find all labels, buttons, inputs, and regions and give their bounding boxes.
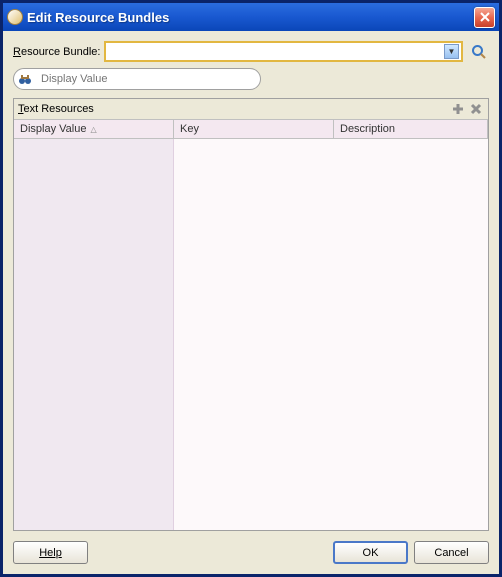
- sort-ascending-icon: △: [90, 125, 96, 134]
- binoculars-icon: [17, 71, 33, 87]
- ok-button[interactable]: OK: [333, 541, 408, 564]
- resource-bundle-label: Resource Bundle:: [13, 46, 100, 58]
- title-bar[interactable]: Edit Resource Bundles: [3, 3, 499, 31]
- add-icon[interactable]: [450, 101, 466, 117]
- search-icon[interactable]: [469, 42, 489, 62]
- window-title: Edit Resource Bundles: [27, 10, 474, 25]
- cancel-button[interactable]: Cancel: [414, 541, 489, 564]
- section-title: Text Resources: [18, 103, 448, 115]
- app-icon: [7, 9, 23, 25]
- section-header: Text Resources: [14, 99, 488, 120]
- chevron-down-icon: ▼: [444, 44, 459, 59]
- column-description[interactable]: Description: [334, 120, 488, 138]
- table-header: Display Value △ Key Description: [14, 120, 488, 139]
- delete-icon[interactable]: [468, 101, 484, 117]
- filter-input[interactable]: [39, 72, 250, 86]
- table-body: [14, 139, 488, 530]
- help-button[interactable]: Help: [13, 541, 88, 564]
- close-icon[interactable]: [474, 7, 495, 28]
- button-bar: Help OK Cancel: [13, 531, 489, 564]
- filter-row: [13, 68, 489, 90]
- display-value-column-bg: [14, 139, 174, 530]
- resource-bundle-combo[interactable]: ▼: [104, 41, 463, 62]
- filter-input-wrapper[interactable]: [13, 68, 261, 90]
- column-key[interactable]: Key: [174, 120, 334, 138]
- dialog-window: Edit Resource Bundles Resource Bundle: ▼: [0, 0, 502, 577]
- column-display-value[interactable]: Display Value △: [14, 120, 174, 138]
- resource-bundle-row: Resource Bundle: ▼: [13, 41, 489, 62]
- text-resources-section: Text Resources Display Value △ Key Descr…: [13, 98, 489, 531]
- dialog-content: Resource Bundle: ▼: [3, 31, 499, 574]
